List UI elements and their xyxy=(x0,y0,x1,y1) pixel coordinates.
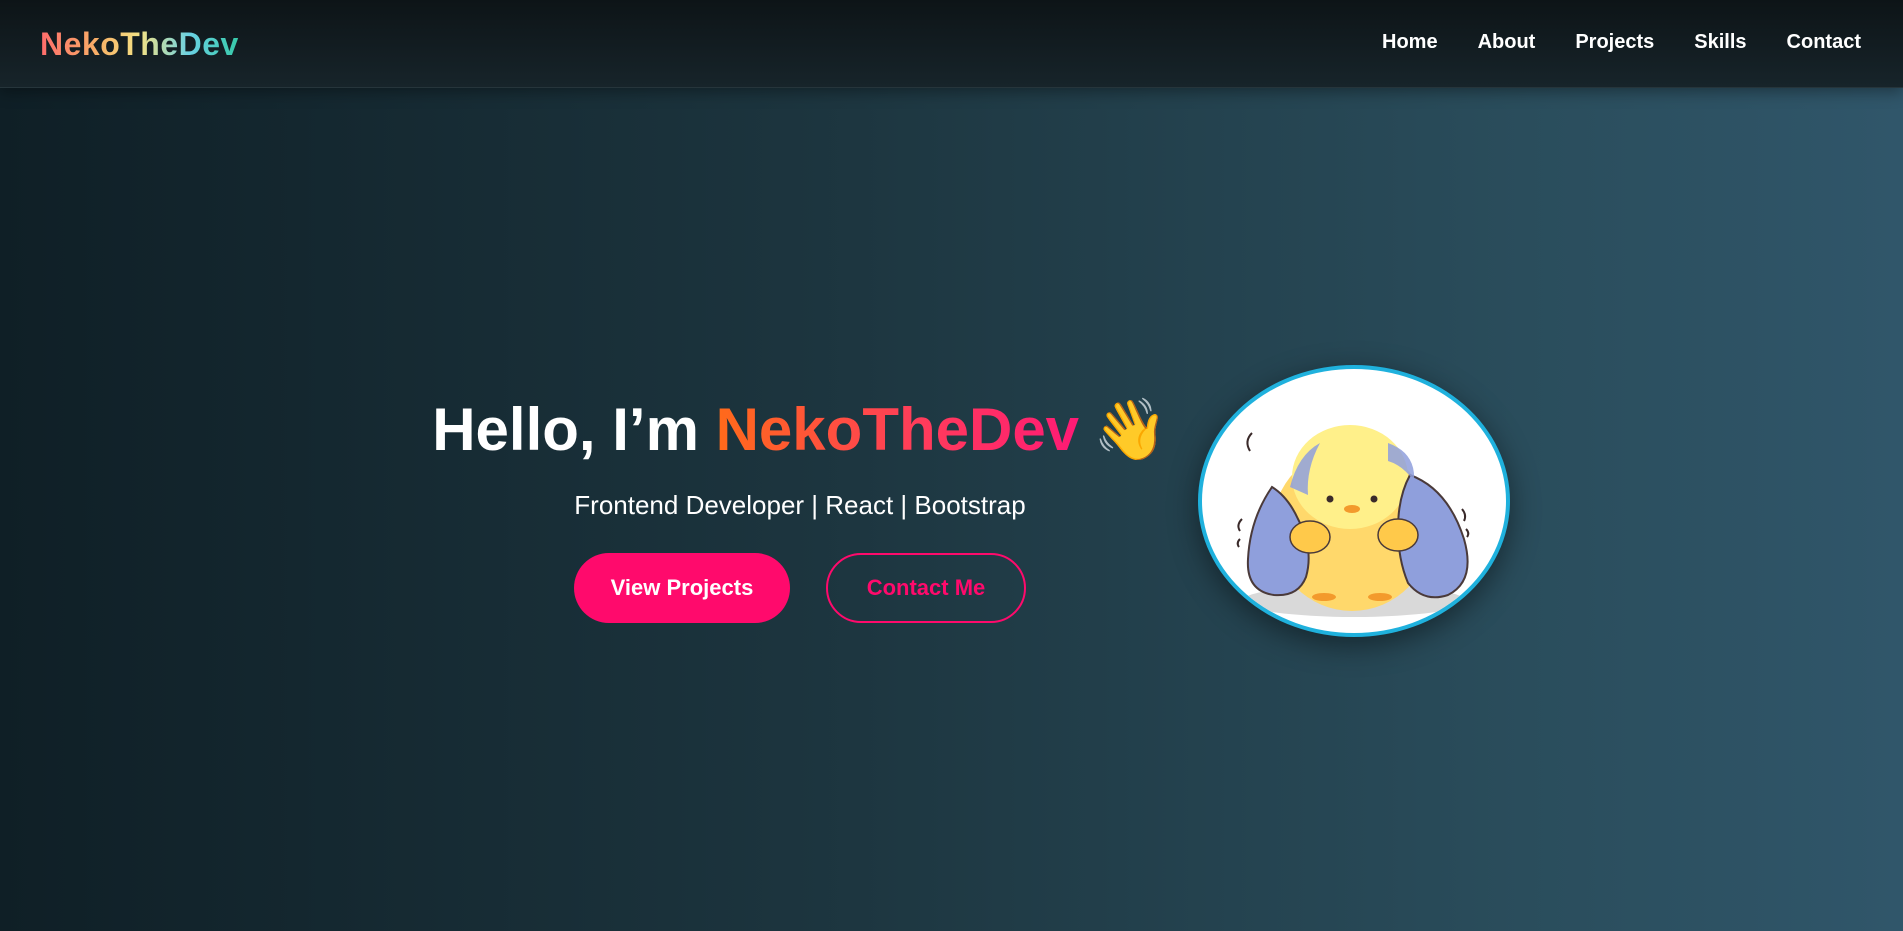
chick-in-blanket-icon xyxy=(1236,425,1470,617)
nav-link-about[interactable]: About xyxy=(1478,31,1536,54)
hero-greeting: Hello, I’m xyxy=(432,396,716,463)
nav-link-home[interactable]: Home xyxy=(1382,31,1438,54)
hero-buttons: View Projects Contact Me xyxy=(360,553,1240,623)
nav-link-projects[interactable]: Projects xyxy=(1575,31,1654,54)
contact-me-button[interactable]: Contact Me xyxy=(826,553,1026,623)
hero-name: NekoTheDev xyxy=(715,396,1080,463)
brand-logo[interactable]: NekoTheDev xyxy=(40,26,239,63)
hero-subtitle: Frontend Developer | React | Bootstrap xyxy=(574,490,1026,520)
nav-links: Home About Projects Skills Contact xyxy=(1382,31,1861,54)
nav-link-contact[interactable]: Contact xyxy=(1787,31,1861,54)
hero-section: Hello, I’m NekoTheDev 👋 Frontend Develope… xyxy=(360,390,1240,623)
nav-link-skills[interactable]: Skills xyxy=(1694,31,1746,54)
waving-hand-icon: 👋 xyxy=(1093,396,1168,463)
view-projects-button[interactable]: View Projects xyxy=(574,553,790,623)
avatar xyxy=(1198,365,1510,637)
navbar: NekoTheDev Home About Projects Skills Co… xyxy=(0,0,1903,88)
hero-headline: Hello, I’m NekoTheDev 👋 xyxy=(360,390,1240,470)
